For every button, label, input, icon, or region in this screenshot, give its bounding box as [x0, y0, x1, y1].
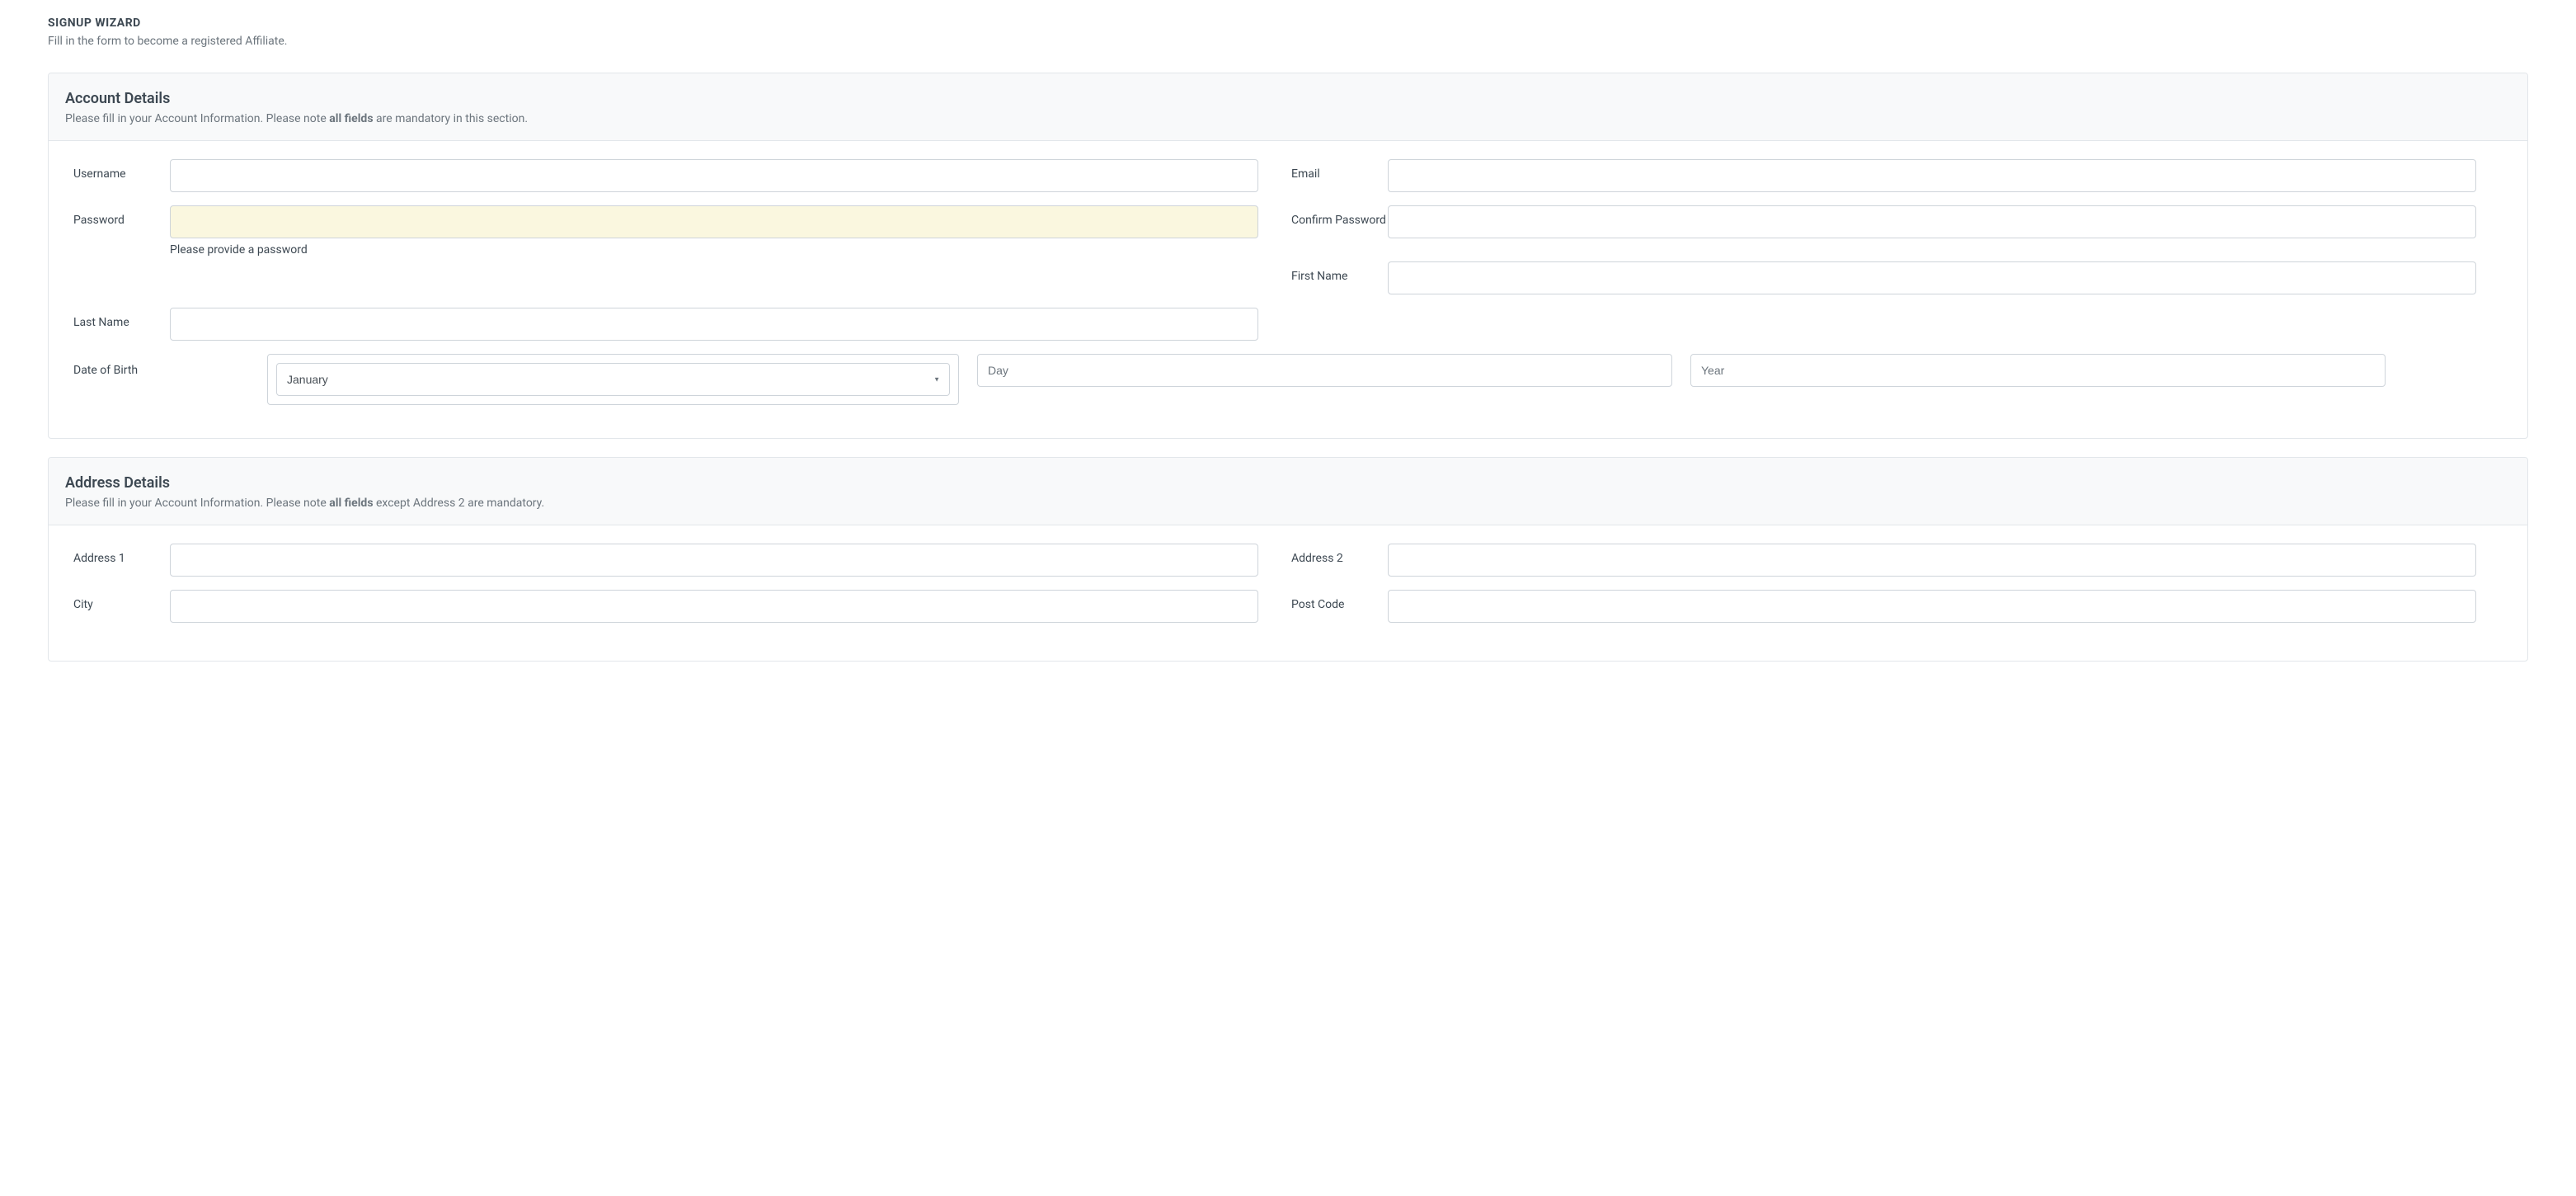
page-title: SIGNUP WIZARD [48, 16, 2528, 30]
email-group: Email [1291, 159, 2509, 192]
address-desc-bold: all fields [329, 497, 373, 510]
last-name-label: Last Name [73, 308, 170, 329]
dob-month-select[interactable]: January [276, 363, 950, 396]
password-input[interactable] [170, 205, 1258, 238]
account-desc-pre: Please fill in your Account Information.… [65, 112, 329, 125]
email-label: Email [1291, 159, 1388, 181]
dob-month-container: January ▼ [267, 354, 959, 405]
account-details-panel: Account Details Please fill in your Acco… [48, 73, 2528, 439]
empty-right [1291, 308, 2509, 341]
email-input[interactable] [1388, 159, 2476, 192]
first-name-input[interactable] [1388, 261, 2476, 294]
password-label: Password [73, 205, 170, 227]
password-help: Please provide a password [170, 243, 1258, 257]
address1-group: Address 1 [73, 544, 1291, 577]
address-panel-desc: Please fill in your Account Information.… [65, 497, 2511, 510]
postcode-label: Post Code [1291, 590, 1388, 611]
username-group: Username [73, 159, 1291, 192]
address2-group: Address 2 [1291, 544, 2509, 577]
username-input[interactable] [170, 159, 1258, 192]
first-name-group: First Name [1291, 261, 2509, 294]
first-name-label: First Name [1291, 261, 1388, 283]
account-panel-desc: Please fill in your Account Information.… [65, 112, 2511, 125]
account-panel-body: Username Email Password Please provide a… [49, 141, 2527, 438]
dob-year-input[interactable] [1690, 354, 2386, 387]
dob-group: Date of Birth January ▼ [73, 354, 2509, 405]
address2-input[interactable] [1388, 544, 2476, 577]
confirm-password-group: Confirm Password [1291, 205, 2509, 257]
account-panel-header: Account Details Please fill in your Acco… [49, 73, 2527, 141]
dob-label: Date of Birth [73, 354, 267, 377]
address-panel-title: Address Details [65, 474, 2511, 492]
account-panel-title: Account Details [65, 90, 2511, 107]
address-desc-post: except Address 2 are mandatory. [374, 497, 545, 510]
address-desc-pre: Please fill in your Account Information.… [65, 497, 329, 510]
postcode-group: Post Code [1291, 590, 2509, 623]
address-panel-header: Address Details Please fill in your Acco… [49, 458, 2527, 525]
account-desc-bold: all fields [329, 112, 373, 125]
postcode-input[interactable] [1388, 590, 2476, 623]
username-label: Username [73, 159, 170, 181]
last-name-group: Last Name [73, 308, 1291, 341]
address-details-panel: Address Details Please fill in your Acco… [48, 457, 2528, 662]
password-group: Password Please provide a password [73, 205, 1291, 257]
page-subtitle: Fill in the form to become a registered … [48, 35, 2528, 48]
confirm-password-label: Confirm Password [1291, 205, 1388, 227]
city-group: City [73, 590, 1291, 623]
address1-label: Address 1 [73, 544, 170, 565]
account-desc-post: are mandatory in this section. [374, 112, 529, 125]
dob-day-input[interactable] [977, 354, 1672, 387]
address2-label: Address 2 [1291, 544, 1388, 565]
address-panel-body: Address 1 Address 2 City P [49, 525, 2527, 661]
address1-input[interactable] [170, 544, 1258, 577]
last-name-input[interactable] [170, 308, 1258, 341]
city-label: City [73, 590, 170, 611]
city-input[interactable] [170, 590, 1258, 623]
confirm-password-input[interactable] [1388, 205, 2476, 238]
page-header: SIGNUP WIZARD Fill in the form to become… [48, 16, 2528, 48]
